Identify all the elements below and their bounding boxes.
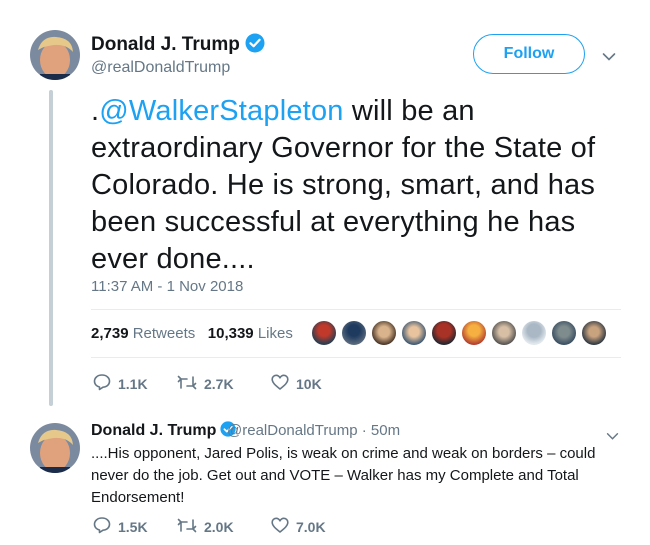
like-action[interactable]: 10K (271, 374, 322, 393)
tweet-text: .@WalkerStapleton will be an extraordina… (91, 93, 631, 278)
likes-count[interactable]: 10,339 (208, 325, 254, 342)
retweet-action[interactable]: 2.7K (177, 374, 271, 393)
liker-avatar[interactable] (311, 320, 337, 346)
likes-label[interactable]: Likes (258, 325, 293, 342)
chevron-down-icon[interactable] (602, 49, 616, 67)
reply-author-name-text[interactable]: Donald J. Trump (91, 422, 216, 439)
retweets-count[interactable]: 2,739 (91, 325, 129, 342)
liker-avatar[interactable] (401, 320, 427, 346)
like-count: 7.0K (296, 518, 326, 535)
liker-avatar[interactable] (341, 320, 367, 346)
reply-count: 1.5K (118, 518, 148, 535)
reply-action[interactable]: 1.5K (93, 516, 177, 537)
reply-count: 1.1K (118, 375, 148, 392)
reply-actions: 1.5K 2.0K 7.0K (93, 516, 326, 537)
retweet-icon (177, 374, 204, 393)
liker-avatar[interactable] (461, 320, 487, 346)
author-handle[interactable]: @realDonaldTrump (91, 59, 230, 77)
author-name-text[interactable]: Donald J. Trump (91, 34, 240, 55)
reply-author-avatar[interactable] (30, 423, 80, 473)
liker-avatar[interactable] (431, 320, 457, 346)
reply-action[interactable]: 1.1K (93, 373, 177, 394)
author-name[interactable]: Donald J. Trump (91, 33, 265, 59)
liker-avatar[interactable] (521, 320, 547, 346)
engagement-stats: 2,739 Retweets 10,339 Likes (91, 325, 293, 342)
reply-text: ....His opponent, Jared Polis, is weak o… (91, 445, 596, 506)
verified-badge-icon (245, 33, 265, 59)
liker-avatar[interactable] (491, 320, 517, 346)
tweet-timestamp[interactable]: 11:37 AM - 1 Nov 2018 (91, 278, 243, 295)
mention-link[interactable]: @WalkerStapleton (99, 95, 343, 127)
liker-avatar[interactable] (581, 320, 607, 346)
author-avatar[interactable] (30, 30, 80, 80)
reply-handle-time[interactable]: @realDonaldTrump · 50m (227, 422, 400, 439)
retweets-label[interactable]: Retweets (133, 325, 196, 342)
like-count: 10K (296, 375, 322, 392)
retweet-icon (177, 517, 204, 536)
liker-avatar[interactable] (371, 320, 397, 346)
thread-connector-line (49, 90, 53, 406)
liker-avatars (311, 320, 611, 346)
retweet-action[interactable]: 2.0K (177, 517, 271, 536)
like-icon (271, 517, 296, 536)
retweet-count: 2.7K (204, 375, 234, 392)
retweet-count: 2.0K (204, 518, 234, 535)
tweet-actions: 1.1K 2.7K 10K (93, 373, 322, 394)
follow-button[interactable]: Follow (473, 34, 585, 74)
divider (91, 357, 621, 358)
like-icon (271, 374, 296, 393)
liker-avatar[interactable] (551, 320, 577, 346)
reply-icon (93, 516, 118, 537)
divider (91, 309, 621, 310)
like-action[interactable]: 7.0K (271, 517, 326, 536)
reply-icon (93, 373, 118, 394)
reply-author-name[interactable]: Donald J. Trump (91, 421, 236, 442)
